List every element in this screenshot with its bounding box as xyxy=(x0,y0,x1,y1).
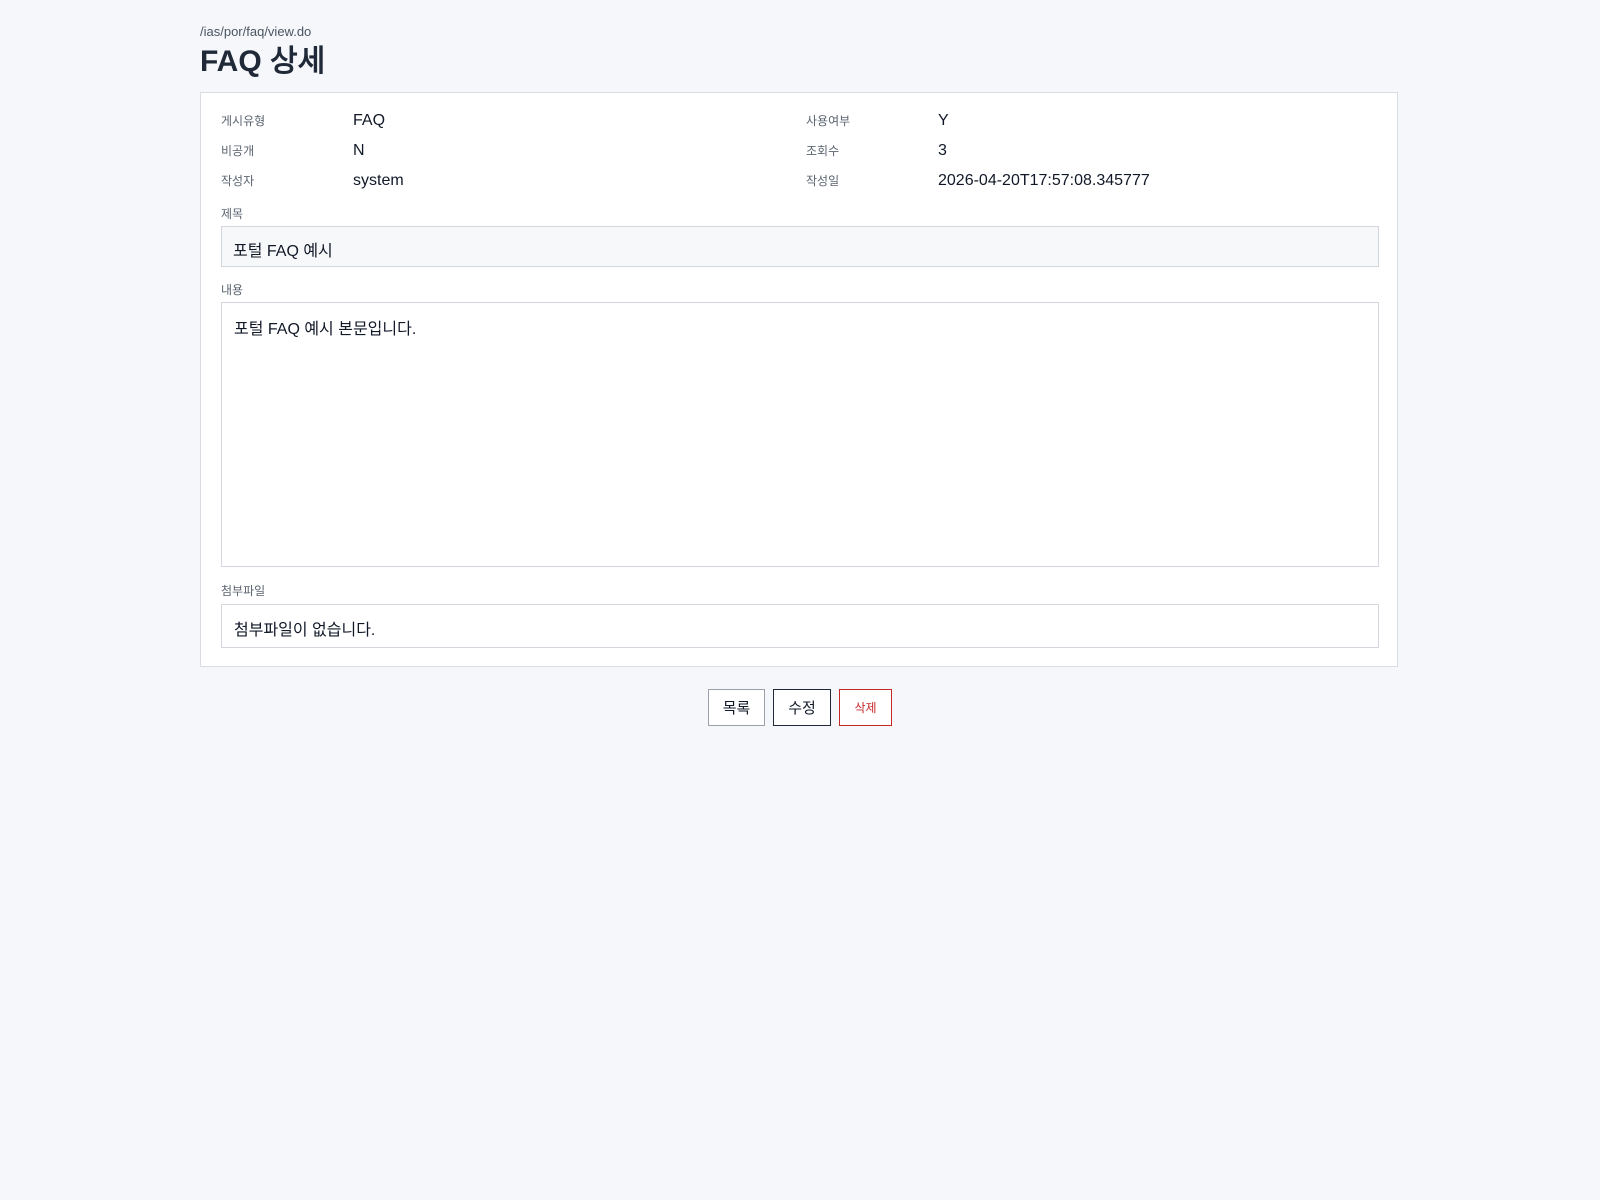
board-type-value: FAQ xyxy=(353,112,386,129)
views-value: 3 xyxy=(938,142,947,159)
meta-row: 작성자 system 작성일 2026-04-20T17:57:08.34577… xyxy=(221,169,1379,199)
subject-field: 포털 FAQ 예시 xyxy=(221,226,1379,267)
meta-row: 게시유형 FAQ 사용여부 Y xyxy=(221,109,1379,139)
use-yn-label: 사용여부 xyxy=(806,114,851,128)
created-label: 작성일 xyxy=(806,174,840,188)
url-path: /ias/por/faq/view.do xyxy=(200,24,312,39)
attachment-label: 첨부파일 xyxy=(221,584,266,598)
meta-row: 비공개 N 조회수 3 xyxy=(221,139,1379,169)
faq-detail-card: 게시유형 FAQ 사용여부 Y 비공개 N 조회수 3 작성자 system 작… xyxy=(200,92,1398,667)
list-button[interactable]: 목록 xyxy=(708,689,765,726)
private-value: N xyxy=(353,142,365,159)
author-label: 작성자 xyxy=(221,174,255,188)
content-field: 포털 FAQ 예시 본문입니다. xyxy=(221,302,1379,567)
delete-button[interactable]: 삭제 xyxy=(839,689,892,726)
page-title: FAQ 상세 xyxy=(200,45,326,78)
edit-button[interactable]: 수정 xyxy=(773,689,831,726)
views-label: 조회수 xyxy=(806,144,840,158)
private-label: 비공개 xyxy=(221,144,255,158)
attachment-field: 첨부파일이 없습니다. xyxy=(221,604,1379,648)
subject-label: 제목 xyxy=(221,207,244,221)
content-label: 내용 xyxy=(221,283,244,297)
author-value: system xyxy=(353,172,404,189)
page-container: /ias/por/faq/view.do FAQ 상세 게시유형 FAQ 사용여… xyxy=(200,24,1400,726)
action-bar: 목록 수정 삭제 xyxy=(200,689,1400,726)
meta-grid: 게시유형 FAQ 사용여부 Y 비공개 N 조회수 3 작성자 system 작… xyxy=(221,109,1379,199)
created-value: 2026-04-20T17:57:08.345777 xyxy=(938,172,1150,189)
board-type-label: 게시유형 xyxy=(221,114,266,128)
use-yn-value: Y xyxy=(938,112,949,129)
